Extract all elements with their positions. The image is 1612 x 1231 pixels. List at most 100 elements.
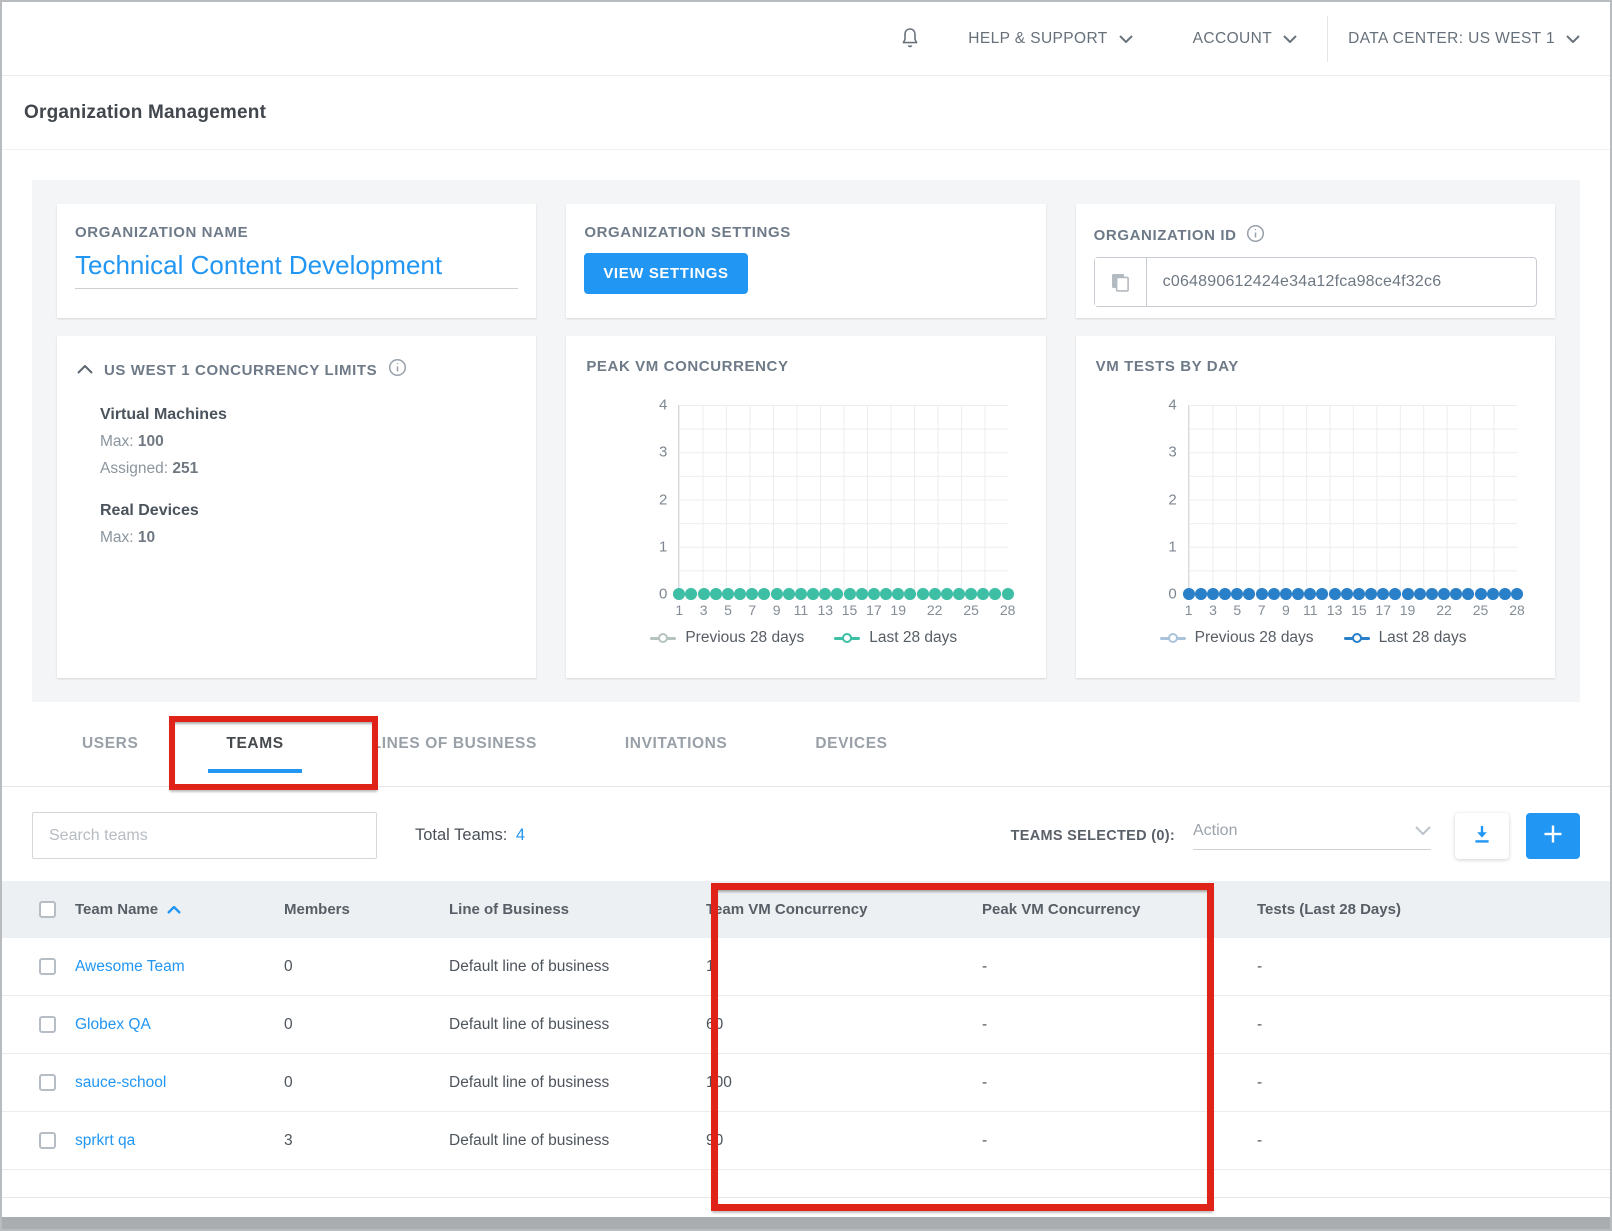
y-axis-tick: 1 [1168,538,1176,555]
data-point [1219,588,1231,600]
org-id-value-field[interactable] [1147,258,1536,306]
help-support-menu[interactable]: HELP & SUPPORT [968,30,1132,48]
legend-marker-icon [1344,637,1370,640]
rd-max-value: 10 [138,529,155,546]
total-teams-label: Total Teams: [415,826,507,844]
download-icon [1472,824,1492,847]
org-name-value[interactable]: Technical Content Development [75,250,518,289]
data-point [1389,588,1401,600]
y-axis-tick: 0 [659,586,667,603]
data-center-menu[interactable]: DATA CENTER: US WEST 1 [1348,30,1580,48]
teams-table: Team Name Members Line of Business Team … [2,881,1610,1198]
data-point [819,588,831,600]
data-point [965,588,977,600]
x-axis-tick: 11 [1303,602,1318,618]
chart-plot-area: 01234135791113151719222528 [678,405,1007,595]
org-settings-card: ORGANIZATION SETTINGS VIEW SETTINGS [566,204,1045,318]
line-of-business-value: Default line of business [449,1016,706,1034]
notifications-bell-icon[interactable] [898,26,922,52]
x-axis-tick: 22 [1436,602,1452,618]
team-name-link[interactable]: Globex QA [75,1016,151,1034]
tab-users[interactable]: USERS [38,702,182,786]
data-point [1183,588,1195,600]
legend-ring-icon [842,633,852,643]
rd-max-label: Max: [100,529,134,546]
data-point [941,588,953,600]
tab-lines-of-business[interactable]: LINES OF BUSINESS [328,702,581,786]
header-team-vm-concurrency[interactable]: Team VM Concurrency [706,901,982,918]
legend-ring-icon [1168,633,1178,643]
peak-vm-chart: 01234135791113151719222528 Previous 28 da… [586,405,1025,647]
tab-devices[interactable]: DEVICES [771,702,931,786]
data-point [1450,588,1462,600]
data-point [1511,588,1523,600]
data-point [1268,588,1280,600]
search-teams-input[interactable] [32,812,377,859]
header-peak-vm-concurrency[interactable]: Peak VM Concurrency [982,901,1257,918]
data-point [1377,588,1389,600]
data-point [698,588,710,600]
page-title-bar: Organization Management [2,76,1610,150]
tests-value: - [1257,1132,1610,1150]
tests-value: - [1257,958,1610,976]
header-team-name[interactable]: Team Name [75,901,158,918]
data-point [1256,588,1268,600]
legend-ring-icon [658,633,668,643]
vm-assigned-value: 251 [172,460,198,477]
legend-item: Previous 28 days [1160,629,1314,647]
x-axis-tick: 3 [1209,602,1217,618]
x-axis-tick: 11 [794,602,809,618]
action-dropdown[interactable]: Action [1193,822,1431,850]
team-name-link[interactable]: sprkrt qa [75,1132,135,1150]
chevron-down-icon [1566,30,1580,48]
peak-vm-concurrency-value: - [982,1074,1257,1092]
row-checkbox[interactable] [39,1132,56,1149]
team-name-link[interactable]: sauce-school [75,1074,166,1092]
x-axis-tick: 19 [890,602,906,618]
line-of-business-value: Default line of business [449,1132,706,1150]
copy-icon[interactable] [1095,258,1147,306]
collapse-chevron-up-icon[interactable] [77,361,93,379]
tab-teams[interactable]: TEAMS [182,702,327,786]
vm-tests-by-day-card: VM TESTS BY DAY 012341357911131517192225… [1076,336,1555,678]
x-axis-tick: 15 [842,602,858,618]
x-axis-tick: 1 [1185,602,1193,618]
data-point [904,588,916,600]
add-team-button[interactable] [1526,813,1580,859]
view-settings-button[interactable]: VIEW SETTINGS [584,253,747,294]
y-axis-tick: 4 [1168,397,1176,414]
info-icon[interactable] [388,358,407,382]
x-axis-tick: 22 [927,602,943,618]
team-name-link[interactable]: Awesome Team [75,958,185,976]
members-value: 0 [284,958,449,976]
data-point [710,588,722,600]
team-vm-concurrency-value: 100 [706,1074,982,1092]
row-checkbox[interactable] [39,1074,56,1091]
y-axis-tick: 2 [1168,491,1176,508]
app-window: HELP & SUPPORT ACCOUNT DATA CENTER: US W… [0,0,1612,1231]
info-icon[interactable] [1246,224,1265,247]
download-button[interactable] [1455,813,1509,859]
row-checkbox[interactable] [39,1016,56,1033]
header-members[interactable]: Members [284,901,449,918]
account-menu[interactable]: ACCOUNT [1193,30,1297,48]
legend-label: Previous 28 days [685,629,804,647]
x-axis-tick: 28 [1509,602,1525,618]
sort-up-icon[interactable] [167,901,181,918]
data-point [1231,588,1243,600]
chart-plot-area: 01234135791113151719222528 [1188,405,1517,595]
tab-invitations[interactable]: INVITATIONS [581,702,771,786]
data-point [758,588,770,600]
x-axis-tick: 3 [700,602,708,618]
data-point [856,588,868,600]
peak-vm-concurrency-card: PEAK VM CONCURRENCY 01234135791113151719… [566,336,1045,678]
legend-ring-icon [1352,633,1362,643]
chart-legend: Previous 28 daysLast 28 days [650,629,1025,647]
header-line-of-business[interactable]: Line of Business [449,901,706,918]
select-all-checkbox[interactable] [39,901,56,918]
header-tests-last-28-days[interactable]: Tests (Last 28 Days) [1257,901,1610,918]
row-checkbox[interactable] [39,958,56,975]
data-point [1365,588,1377,600]
x-axis-tick: 15 [1351,602,1367,618]
teams-selected-label: TEAMS SELECTED (0): [1011,828,1175,844]
